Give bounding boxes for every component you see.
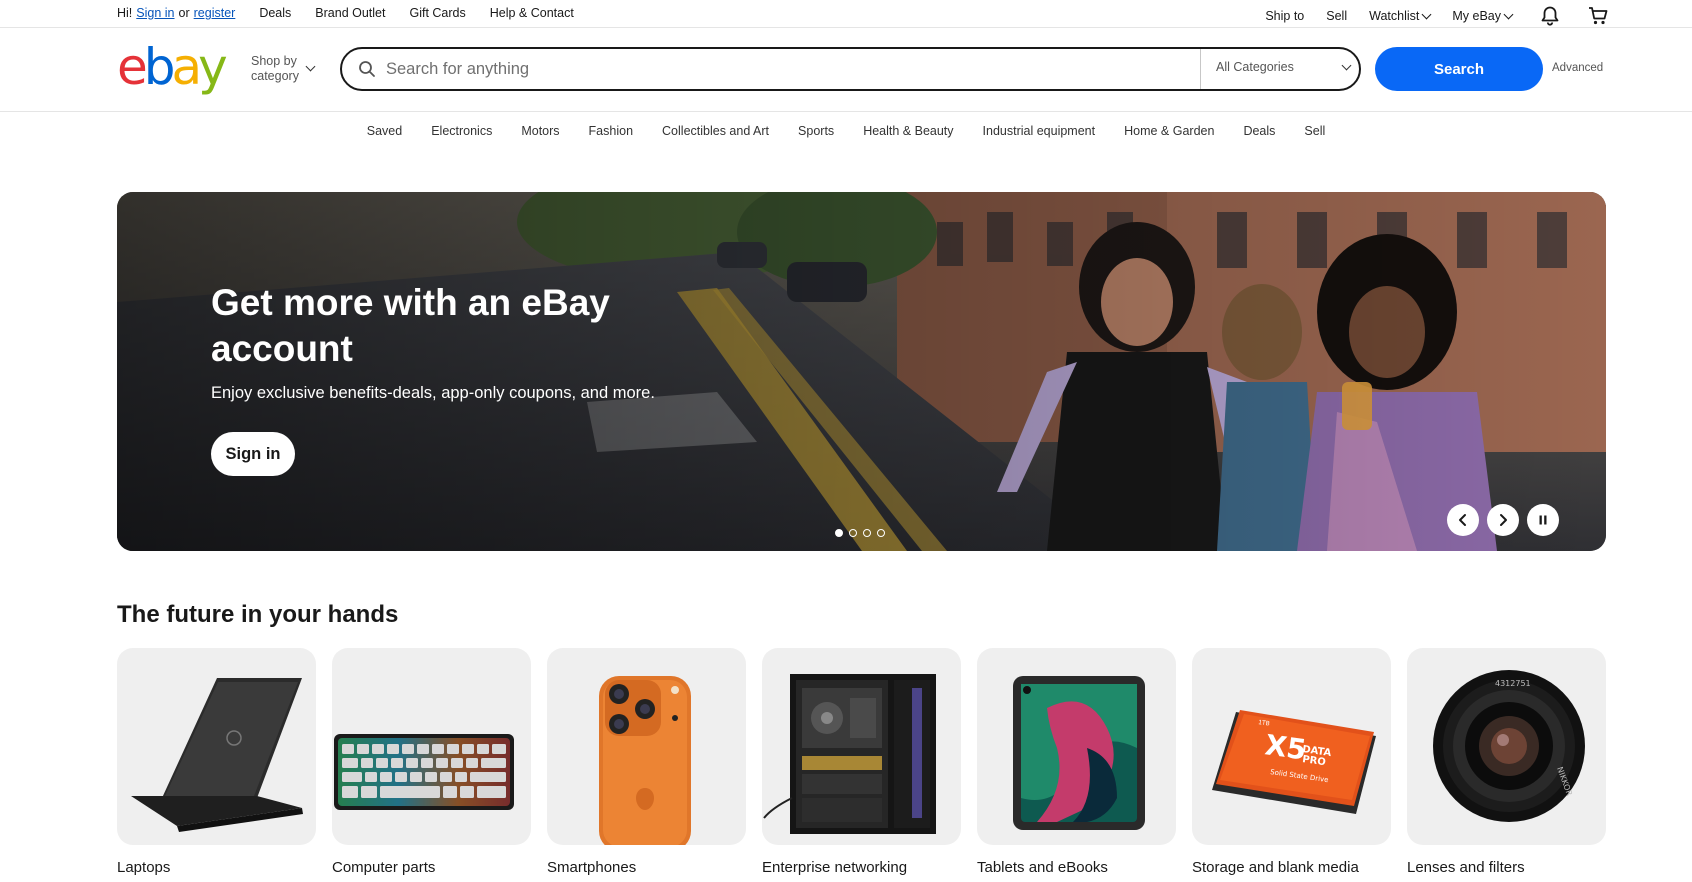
search-divider — [1200, 49, 1201, 89]
laptop-image — [117, 648, 316, 845]
category-card-tablets[interactable]: Tablets and eBooks — [977, 648, 1176, 876]
cart-icon[interactable] — [1588, 6, 1608, 26]
chevron-down-icon — [1503, 9, 1514, 19]
pause-icon — [1539, 515, 1547, 525]
watchlist-label: Watchlist — [1369, 9, 1420, 23]
chevron-left-icon — [1459, 514, 1466, 526]
category-card-computer-parts[interactable]: Computer parts — [332, 648, 531, 876]
sell-link[interactable]: Sell — [1326, 9, 1347, 23]
carousel-dot[interactable] — [849, 529, 857, 537]
carousel-next-button[interactable] — [1487, 504, 1519, 536]
carousel-prev-button[interactable] — [1447, 504, 1479, 536]
greeting-text: Hi! — [117, 6, 133, 20]
advanced-search-link[interactable]: Advanced — [1552, 62, 1603, 74]
hero-banner[interactable]: Get more with an eBay account Enjoy excl… — [117, 192, 1606, 551]
category-select[interactable]: All Categories — [1216, 60, 1294, 74]
nav-item-sports[interactable]: Sports — [798, 124, 834, 138]
shop-by-line1: Shop by — [251, 54, 297, 68]
bell-icon[interactable] — [1540, 6, 1560, 26]
category-card-storage[interactable]: X5 DATA PRO Solid State Drive 1TB Storag… — [1192, 648, 1391, 876]
nav-item-sell[interactable]: Sell — [1304, 124, 1325, 138]
shop-by-line2: category — [251, 69, 299, 83]
my-ebay-label: My eBay — [1452, 9, 1501, 23]
my-ebay-menu[interactable]: My eBay — [1452, 9, 1514, 23]
carousel-dot[interactable] — [863, 529, 871, 537]
carousel-dot[interactable] — [835, 529, 843, 537]
ssd-image: X5 DATA PRO Solid State Drive 1TB — [1192, 648, 1391, 845]
hero-sign-in-button[interactable]: Sign in — [211, 432, 295, 476]
topbar-right: Ship to Sell Watchlist My eBay — [1243, 6, 1608, 26]
nav-item-collectibles[interactable]: Collectibles and Art — [662, 124, 769, 138]
ship-to-link[interactable]: Ship to — [1265, 9, 1304, 23]
ebay-logo[interactable]: ebay — [117, 38, 228, 96]
category-card-label: Lenses and filters — [1407, 859, 1525, 876]
shop-by-category-button[interactable]: Shop by category — [251, 54, 299, 84]
hero-title: Get more with an eBay account — [211, 282, 610, 369]
register-link[interactable]: register — [194, 6, 236, 20]
brand-outlet-link[interactable]: Brand Outlet — [315, 6, 385, 20]
keyboard-image — [332, 648, 531, 845]
nav-item-health-beauty[interactable]: Health & Beauty — [863, 124, 953, 138]
carousel-dots — [835, 529, 891, 537]
category-card-label: Tablets and eBooks — [977, 859, 1108, 876]
search-bar: All Categories — [340, 47, 1361, 91]
nav-item-electronics[interactable]: Electronics — [431, 124, 492, 138]
category-cards: Laptops Computer parts Smartphones Enter… — [117, 648, 1606, 882]
watchlist-menu[interactable]: Watchlist — [1369, 9, 1432, 23]
search-icon — [359, 61, 375, 77]
nav-item-fashion[interactable]: Fashion — [589, 124, 633, 138]
svg-text:4312751: 4312751 — [1495, 679, 1531, 688]
gift-cards-link[interactable]: Gift Cards — [409, 6, 465, 20]
topbar-left: Hi! Sign in or register Deals Brand Outl… — [117, 6, 574, 20]
carousel-pause-button[interactable] — [1527, 504, 1559, 536]
chevron-down-icon — [1341, 60, 1352, 71]
help-contact-link[interactable]: Help & Contact — [490, 6, 574, 20]
category-card-lenses[interactable]: 4312751 NIKKOR Lenses and filters — [1407, 648, 1606, 876]
search-input[interactable] — [386, 57, 1136, 81]
category-card-enterprise-networking[interactable]: Enterprise networking — [762, 648, 961, 876]
category-card-label: Computer parts — [332, 859, 436, 876]
nav-item-industrial[interactable]: Industrial equipment — [983, 124, 1096, 138]
tablet-image — [977, 648, 1176, 845]
or-text: or — [178, 6, 190, 20]
nav-item-motors[interactable]: Motors — [521, 124, 559, 138]
sign-in-link[interactable]: Sign in — [136, 6, 174, 20]
top-utility-bar: Hi! Sign in or register Deals Brand Outl… — [0, 0, 1692, 28]
nav-item-deals[interactable]: Deals — [1243, 124, 1275, 138]
category-card-label: Smartphones — [547, 859, 637, 876]
category-card-label: Enterprise networking — [762, 859, 908, 876]
category-card-label: Laptops — [117, 859, 171, 876]
chevron-right-icon — [1500, 514, 1507, 526]
hero-subtitle: Enjoy exclusive benefits-deals, app-only… — [211, 384, 655, 402]
category-card-smartphones[interactable]: Smartphones — [547, 648, 746, 876]
smartphone-image — [547, 648, 746, 845]
search-button[interactable]: Search — [1375, 47, 1543, 91]
section-title: The future in your hands — [117, 601, 399, 628]
nav-item-home-garden[interactable]: Home & Garden — [1124, 124, 1214, 138]
logo-letter: e — [117, 38, 148, 96]
deals-link[interactable]: Deals — [259, 6, 291, 20]
logo-letter: y — [198, 38, 228, 96]
camera-lens-image: 4312751 NIKKOR — [1407, 648, 1606, 845]
category-nav: Saved Electronics Motors Fashion Collect… — [0, 113, 1692, 149]
chevron-down-icon — [305, 61, 316, 72]
category-card-label: Storage and blank media — [1192, 859, 1359, 876]
logo-letter: a — [171, 38, 203, 96]
nav-item-saved[interactable]: Saved — [367, 124, 402, 138]
carousel-dot[interactable] — [877, 529, 885, 537]
category-card-laptops[interactable]: Laptops — [117, 648, 316, 876]
server-case-image — [762, 648, 961, 845]
chevron-down-icon — [1421, 9, 1432, 19]
logo-letter: b — [143, 38, 176, 96]
main-header: ebay Shop by category All Categories Sea… — [0, 29, 1692, 112]
